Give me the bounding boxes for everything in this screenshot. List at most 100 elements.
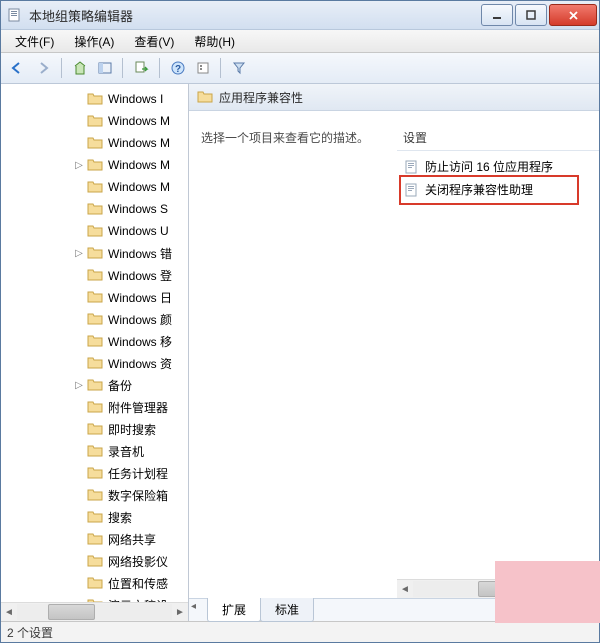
tree-item[interactable]: Windows 资 <box>1 352 188 374</box>
policy-icon <box>403 182 419 198</box>
tree-item-label: Windows M <box>107 180 170 194</box>
maximize-button[interactable] <box>515 4 547 26</box>
tree-item-label: 附件管理器 <box>107 399 168 416</box>
tree-item[interactable]: Windows M <box>1 176 188 198</box>
tab-standard[interactable]: 标准 <box>260 598 314 622</box>
filter-button[interactable] <box>227 56 251 80</box>
tree-item[interactable]: 网络共享 <box>1 528 188 550</box>
tree-item-label: Windows 登 <box>107 267 172 284</box>
tabs-row: ◂ 扩展 标准 <box>189 598 599 621</box>
tree-item-label: Windows 颜 <box>107 311 172 328</box>
minimize-button[interactable] <box>481 4 513 26</box>
tree-item[interactable]: 数字保险箱 <box>1 484 188 506</box>
tree[interactable]: Windows I Windows M Windows M ▷ Windows M Win… <box>1 84 188 602</box>
tree-item[interactable]: 网络投影仪 <box>1 550 188 572</box>
tree-item[interactable]: Windows M <box>1 110 188 132</box>
setting-item[interactable]: 关闭程序兼容性助理 <box>397 178 599 201</box>
tree-item[interactable]: 任务计划程 <box>1 462 188 484</box>
folder-icon <box>87 92 103 106</box>
tree-item-label: Windows 资 <box>107 355 172 372</box>
menu-action[interactable]: 操作(A) <box>64 31 124 52</box>
folder-icon <box>87 202 103 216</box>
scroll-right-icon[interactable]: ► <box>583 581 599 597</box>
folder-icon <box>87 532 103 546</box>
show-hide-tree-button[interactable] <box>94 56 116 80</box>
tree-item-label: 搜索 <box>107 509 132 526</box>
export-list-button[interactable] <box>129 56 153 80</box>
tree-item[interactable]: Windows S <box>1 198 188 220</box>
expand-icon[interactable]: ▷ <box>73 160 85 171</box>
tree-item-label: 演示文稿设 <box>107 597 168 603</box>
tree-item-label: Windows 移 <box>107 333 172 350</box>
tab-extended[interactable]: 扩展 <box>207 598 261 622</box>
tree-item[interactable]: Windows I <box>1 88 188 110</box>
tree-item[interactable]: Windows M <box>1 132 188 154</box>
tree-item[interactable]: 位置和传感 <box>1 572 188 594</box>
status-text: 2 个设置 <box>7 624 53 641</box>
svg-text:?: ? <box>175 64 181 75</box>
toolbar-separator <box>122 58 123 78</box>
back-button[interactable] <box>5 56 29 80</box>
settings-header[interactable]: 设置 <box>397 111 599 151</box>
setting-item[interactable]: 防止访问 16 位应用程序 <box>397 155 599 178</box>
tree-item[interactable]: Windows 登 <box>1 264 188 286</box>
folder-icon <box>87 356 103 370</box>
tree-item[interactable]: ▷ Windows M <box>1 154 188 176</box>
forward-button[interactable] <box>31 56 55 80</box>
description-column: 选择一个项目来查看它的描述。 <box>189 111 397 598</box>
menu-view[interactable]: 查看(V) <box>124 31 184 52</box>
folder-icon <box>87 488 103 502</box>
tree-hscrollbar[interactable]: ◄ ► <box>1 602 188 621</box>
scroll-left-icon[interactable]: ◄ <box>1 604 17 620</box>
tree-item-label: 任务计划程 <box>107 465 168 482</box>
menu-file[interactable]: 文件(F) <box>5 31 64 52</box>
tree-item[interactable]: 即时搜索 <box>1 418 188 440</box>
folder-icon <box>87 466 103 480</box>
folder-icon <box>87 246 103 260</box>
tree-item[interactable]: Windows U <box>1 220 188 242</box>
toolbar: ? <box>1 53 599 84</box>
tree-item-label: 网络投影仪 <box>107 553 168 570</box>
properties-button[interactable] <box>192 56 214 80</box>
body: Windows I Windows M Windows M ▷ Windows M Win… <box>1 84 599 621</box>
tree-item-label: 备份 <box>107 377 132 394</box>
window-title: 本地组策略编辑器 <box>29 6 481 25</box>
titlebar: 本地组策略编辑器 <box>1 1 599 30</box>
menu-help[interactable]: 帮助(H) <box>184 31 245 52</box>
tree-item[interactable]: 录音机 <box>1 440 188 462</box>
content-title: 应用程序兼容性 <box>219 89 303 106</box>
up-button[interactable] <box>68 56 92 80</box>
setting-label: 防止访问 16 位应用程序 <box>425 158 553 175</box>
tree-item[interactable]: Windows 日 <box>1 286 188 308</box>
scroll-thumb[interactable] <box>48 604 95 620</box>
tree-item[interactable]: 附件管理器 <box>1 396 188 418</box>
tree-item[interactable]: ▷Windows 错 <box>1 242 188 264</box>
expand-icon[interactable]: ▷ <box>73 248 85 259</box>
folder-icon <box>87 268 103 282</box>
folder-icon <box>87 378 103 392</box>
setting-label: 关闭程序兼容性助理 <box>425 181 533 198</box>
tree-item[interactable]: 搜索 <box>1 506 188 528</box>
scroll-left-icon[interactable]: ◄ <box>397 581 413 597</box>
tree-item-label: Windows M <box>107 114 170 128</box>
tree-item[interactable]: Windows 颜 <box>1 308 188 330</box>
close-button[interactable] <box>549 4 597 26</box>
tree-item[interactable]: ▷ 备份 <box>1 374 188 396</box>
tree-item-label: 数字保险箱 <box>107 487 168 504</box>
tree-item[interactable]: 演示文稿设 <box>1 594 188 602</box>
scroll-thumb[interactable] <box>478 581 502 597</box>
app-icon <box>7 7 23 23</box>
folder-icon <box>87 158 103 172</box>
tree-item-label: 录音机 <box>107 443 144 460</box>
content-hscrollbar[interactable]: ◄ ► <box>397 579 599 598</box>
toolbar-separator <box>159 58 160 78</box>
expand-icon[interactable]: ▷ <box>73 380 85 391</box>
scroll-right-icon[interactable]: ► <box>172 604 188 620</box>
tree-item[interactable]: Windows 移 <box>1 330 188 352</box>
help-button[interactable]: ? <box>166 56 190 80</box>
folder-icon <box>87 422 103 436</box>
tree-item-label: Windows M <box>107 158 170 172</box>
content-main: 选择一个项目来查看它的描述。 设置 防止访问 16 位应用程序关闭程序兼容性助理… <box>189 111 599 598</box>
menubar: 文件(F) 操作(A) 查看(V) 帮助(H) <box>1 30 599 53</box>
toolbar-separator <box>61 58 62 78</box>
